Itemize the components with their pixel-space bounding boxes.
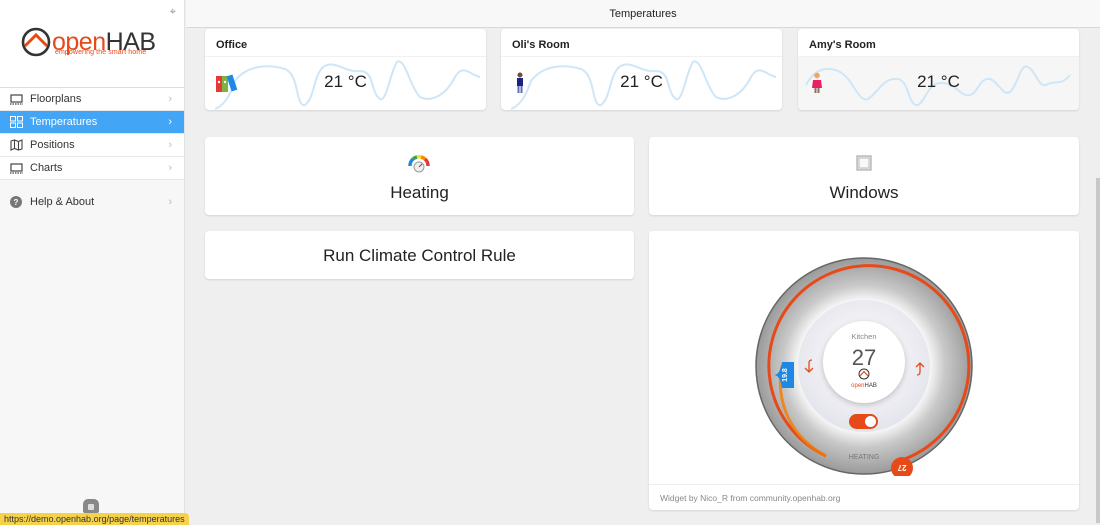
- thermostat-logo-text: openHAB: [851, 383, 877, 389]
- heating-label: Heating: [205, 183, 634, 203]
- chevron-right-icon: ›: [168, 162, 172, 174]
- sidebar-item-label: Floorplans: [30, 93, 81, 105]
- openhab-logo-icon: [20, 26, 52, 58]
- room-name: Office: [205, 29, 486, 57]
- room-temperature: 21 °C: [501, 72, 782, 92]
- sidebar-item-positions[interactable]: Positions ›: [0, 134, 184, 157]
- sidebar-item-charts[interactable]: Charts ›: [0, 157, 184, 180]
- sidebar-item-temperatures[interactable]: Temperatures ›: [0, 111, 184, 134]
- room-name: Oli's Room: [501, 29, 782, 57]
- logo-area: ⌖ openHAB empowering the smart home: [0, 0, 184, 88]
- widget-credit: Widget by Nico_R from community.openhab.…: [649, 484, 1079, 510]
- thermostat-card: Kitchen 27 openHAB HEATING 19.8 27: [649, 231, 1079, 510]
- monitor-icon: [9, 162, 23, 174]
- pin-icon[interactable]: ⌖: [170, 6, 176, 19]
- chevron-right-icon: ›: [168, 116, 172, 128]
- help-icon: ?: [9, 196, 23, 208]
- svg-text:19.8: 19.8: [782, 368, 789, 382]
- windows-tile[interactable]: Windows: [649, 137, 1079, 215]
- heating-gauge-icon: [408, 155, 430, 173]
- windows-label: Windows: [649, 183, 1079, 203]
- sidebar: ⌖ openHAB empowering the smart home Floo…: [0, 0, 185, 523]
- page-title: Temperatures: [186, 0, 1100, 28]
- sidebar-item-label: Temperatures: [30, 116, 97, 128]
- lock-icon[interactable]: [83, 499, 99, 513]
- sidebar-item-label: Help & About: [30, 196, 94, 208]
- room-name: Amy's Room: [798, 29, 1079, 57]
- scrollbar[interactable]: [1096, 178, 1100, 523]
- grid-icon: [9, 116, 23, 128]
- room-card-office[interactable]: Office 21 °C: [205, 29, 486, 110]
- sidebar-nav: Floorplans › Temperatures › Positions › …: [0, 88, 184, 180]
- monitor-icon: [9, 93, 23, 105]
- thermostat-widget: Kitchen 27 openHAB HEATING 19.8 27: [754, 256, 974, 476]
- map-icon: [9, 139, 23, 151]
- thermostat-mode: HEATING: [849, 454, 880, 461]
- svg-text:27: 27: [897, 463, 906, 472]
- status-bar-url: https://demo.openhab.org/page/temperatur…: [0, 513, 189, 525]
- heating-tile[interactable]: Heating: [205, 137, 634, 215]
- chevron-right-icon: ›: [168, 93, 172, 105]
- sidebar-item-label: Charts: [30, 162, 62, 174]
- sidebar-item-label: Positions: [30, 139, 75, 151]
- rule-label: Run Climate Control Rule: [205, 246, 634, 266]
- thermostat-room: Kitchen: [851, 332, 876, 341]
- room-temperature: 21 °C: [798, 72, 1079, 92]
- room-card-amy[interactable]: Amy's Room 21 °C: [798, 29, 1079, 110]
- room-card-oli[interactable]: Oli's Room 21 °C: [501, 29, 782, 110]
- chevron-right-icon: ›: [168, 139, 172, 151]
- window-icon: [856, 155, 872, 171]
- main-content: Office 21 °C Oli's Room 21 °C Amy's Room: [186, 29, 1100, 523]
- room-temperature: 21 °C: [205, 72, 486, 92]
- tagline: empowering the smart home: [55, 49, 146, 56]
- run-climate-rule-button[interactable]: Run Climate Control Rule: [205, 231, 634, 279]
- svg-text:?: ?: [14, 198, 19, 207]
- chevron-right-icon: ›: [168, 196, 172, 208]
- thermostat-target: 27: [852, 345, 876, 370]
- sidebar-item-floorplans[interactable]: Floorplans ›: [0, 88, 184, 111]
- heating-toggle[interactable]: [849, 414, 878, 429]
- sidebar-item-help[interactable]: ? Help & About ›: [0, 190, 184, 213]
